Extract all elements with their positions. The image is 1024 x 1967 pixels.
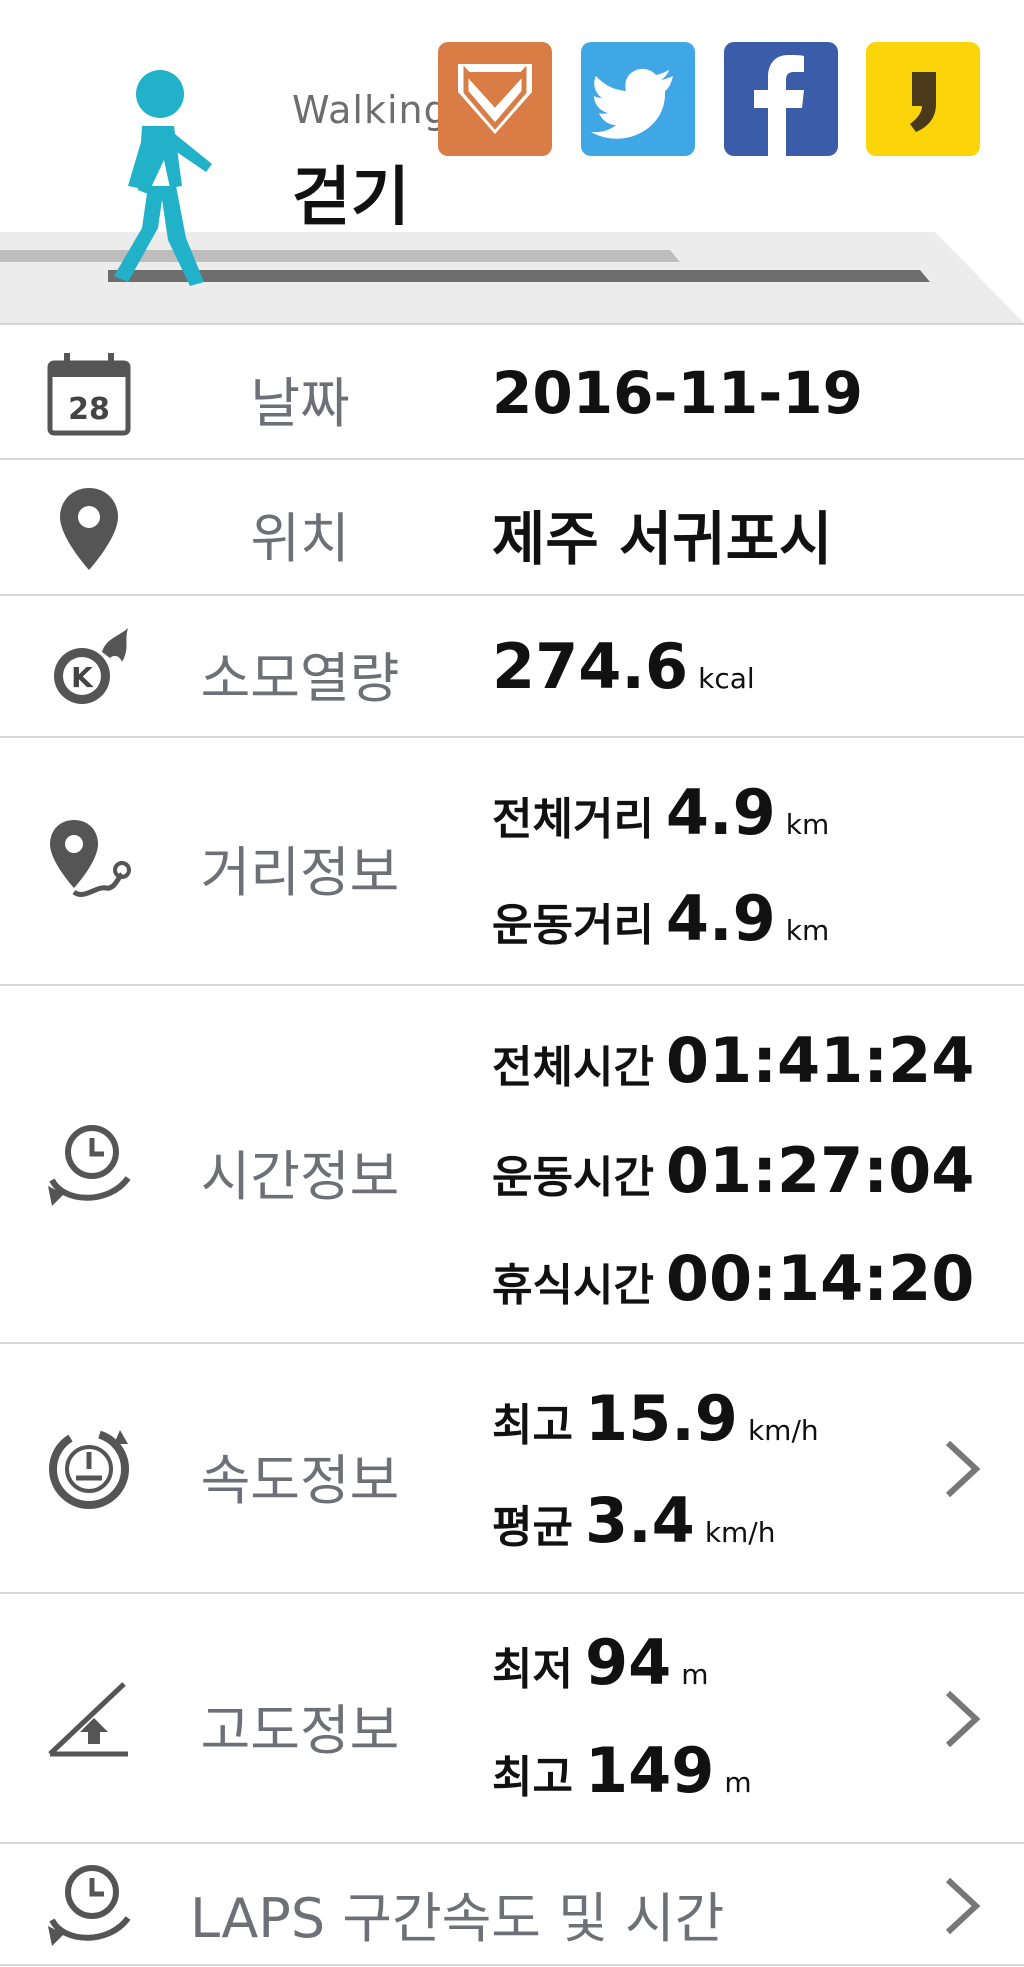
location-label: 위치 (250, 507, 350, 570)
time-cycle-icon (44, 1120, 134, 1210)
max-speed-unit: km/h (747, 1414, 819, 1447)
altitude-label: 고도정보 (200, 1699, 400, 1762)
distance-row: 거리정보 전체거리 4.9 km 운동거리 4.9 km (0, 736, 1024, 986)
activity-header: Walking 걷기 (0, 0, 1024, 323)
calories-row: K 소모열량 274.6 kcal (0, 594, 1024, 738)
facebook-f-icon (724, 42, 838, 156)
calendar-icon: 28 (44, 349, 134, 439)
rest-time-label: 휴식시간 (492, 1260, 654, 1311)
chevron-right-icon[interactable] (942, 1876, 982, 1936)
speed-label: 속도정보 (200, 1449, 400, 1512)
average-speed-unit: km/h (704, 1516, 776, 1549)
max-altitude-label: 최고 (492, 1752, 573, 1803)
list-bottom-divider (0, 1964, 1024, 1966)
speedometer-icon (44, 1424, 134, 1514)
date-label: 날짜 (250, 372, 350, 435)
location-row: 위치 제주 서귀포시 (0, 458, 1024, 596)
calories-unit: kcal (698, 662, 755, 695)
total-time-label: 전체시간 (492, 1042, 654, 1093)
min-altitude-label: 최저 (492, 1644, 573, 1695)
max-speed-value: 15.9 (584, 1382, 738, 1455)
chevron-right-icon[interactable] (942, 1439, 982, 1499)
total-time-line: 전체시간 01:41:24 (492, 1024, 974, 1097)
exercise-time-line: 운동시간 01:27:04 (492, 1134, 974, 1207)
svg-text:K: K (71, 661, 94, 694)
twitter-bird-icon (581, 42, 695, 156)
share-band-button[interactable] (438, 42, 552, 156)
total-time-value: 01:41:24 (665, 1024, 975, 1097)
band-icon (438, 42, 552, 156)
calories-line: 274.6 kcal (492, 630, 755, 703)
location-value: 제주 서귀포시 (492, 505, 833, 573)
share-twitter-button[interactable] (581, 42, 695, 156)
average-speed-value: 3.4 (584, 1484, 695, 1557)
max-altitude-line: 최고 149 m (492, 1734, 752, 1807)
location-pin-icon (44, 484, 134, 574)
max-speed-line: 최고 15.9 km/h (492, 1382, 819, 1455)
total-distance-value: 4.9 (665, 776, 776, 849)
time-row: 시간정보 전체시간 01:41:24 운동시간 01:27:04 휴식시간 00:14… (0, 984, 1024, 1344)
time-label: 시간정보 (200, 1145, 400, 1208)
exercise-distance-unit: km (785, 914, 830, 947)
chevron-right-icon[interactable] (942, 1689, 982, 1749)
average-speed-label: 평균 (492, 1502, 573, 1553)
calorie-burn-icon: K (44, 622, 134, 712)
exercise-time-value: 01:27:04 (665, 1134, 975, 1207)
calories-label: 소모열량 (200, 647, 400, 710)
total-distance-line: 전체거리 4.9 km (492, 776, 829, 849)
distance-route-icon (44, 816, 134, 906)
altitude-slope-icon (44, 1674, 134, 1764)
max-altitude-value: 149 (584, 1734, 715, 1807)
laps-row[interactable]: LAPS 구간속도 및 시간 (0, 1842, 1024, 1966)
min-altitude-line: 최저 94 m (492, 1626, 709, 1699)
laps-label: LAPS 구간속도 및 시간 (190, 1887, 725, 1950)
rest-time-value: 00:14:20 (665, 1242, 975, 1315)
date-row: 28 날짜 2016-11-19 (0, 323, 1024, 460)
total-distance-label: 전체거리 (492, 794, 654, 845)
share-facebook-button[interactable] (724, 42, 838, 156)
distance-label: 거리정보 (200, 841, 400, 904)
speed-row[interactable]: 속도정보 최고 15.9 km/h 평균 3.4 km/h (0, 1342, 1024, 1594)
rest-time-line: 휴식시간 00:14:20 (492, 1242, 974, 1315)
min-altitude-unit: m (681, 1658, 709, 1691)
average-speed-line: 평균 3.4 km/h (492, 1484, 775, 1557)
date-value: 2016-11-19 (492, 359, 863, 427)
max-altitude-unit: m (724, 1766, 752, 1799)
exercise-distance-label: 운동거리 (492, 900, 654, 951)
exercise-distance-value: 4.9 (665, 882, 776, 955)
min-altitude-value: 94 (584, 1626, 672, 1699)
activity-name-korean: 걷기 (292, 161, 410, 235)
exercise-time-label: 운동시간 (492, 1152, 654, 1203)
max-speed-label: 최고 (492, 1400, 573, 1451)
kakaostory-icon (866, 42, 980, 156)
svg-text:28: 28 (68, 392, 110, 427)
altitude-row[interactable]: 고도정보 최저 94 m 최고 149 m (0, 1592, 1024, 1844)
calories-value: 274.6 (492, 630, 689, 703)
walking-person-icon (114, 70, 212, 286)
activity-name-english: Walking (292, 88, 449, 132)
laps-clock-icon (44, 1860, 134, 1950)
share-kakaostory-button[interactable] (866, 42, 980, 156)
total-distance-unit: km (785, 808, 830, 841)
exercise-distance-line: 운동거리 4.9 km (492, 882, 829, 955)
